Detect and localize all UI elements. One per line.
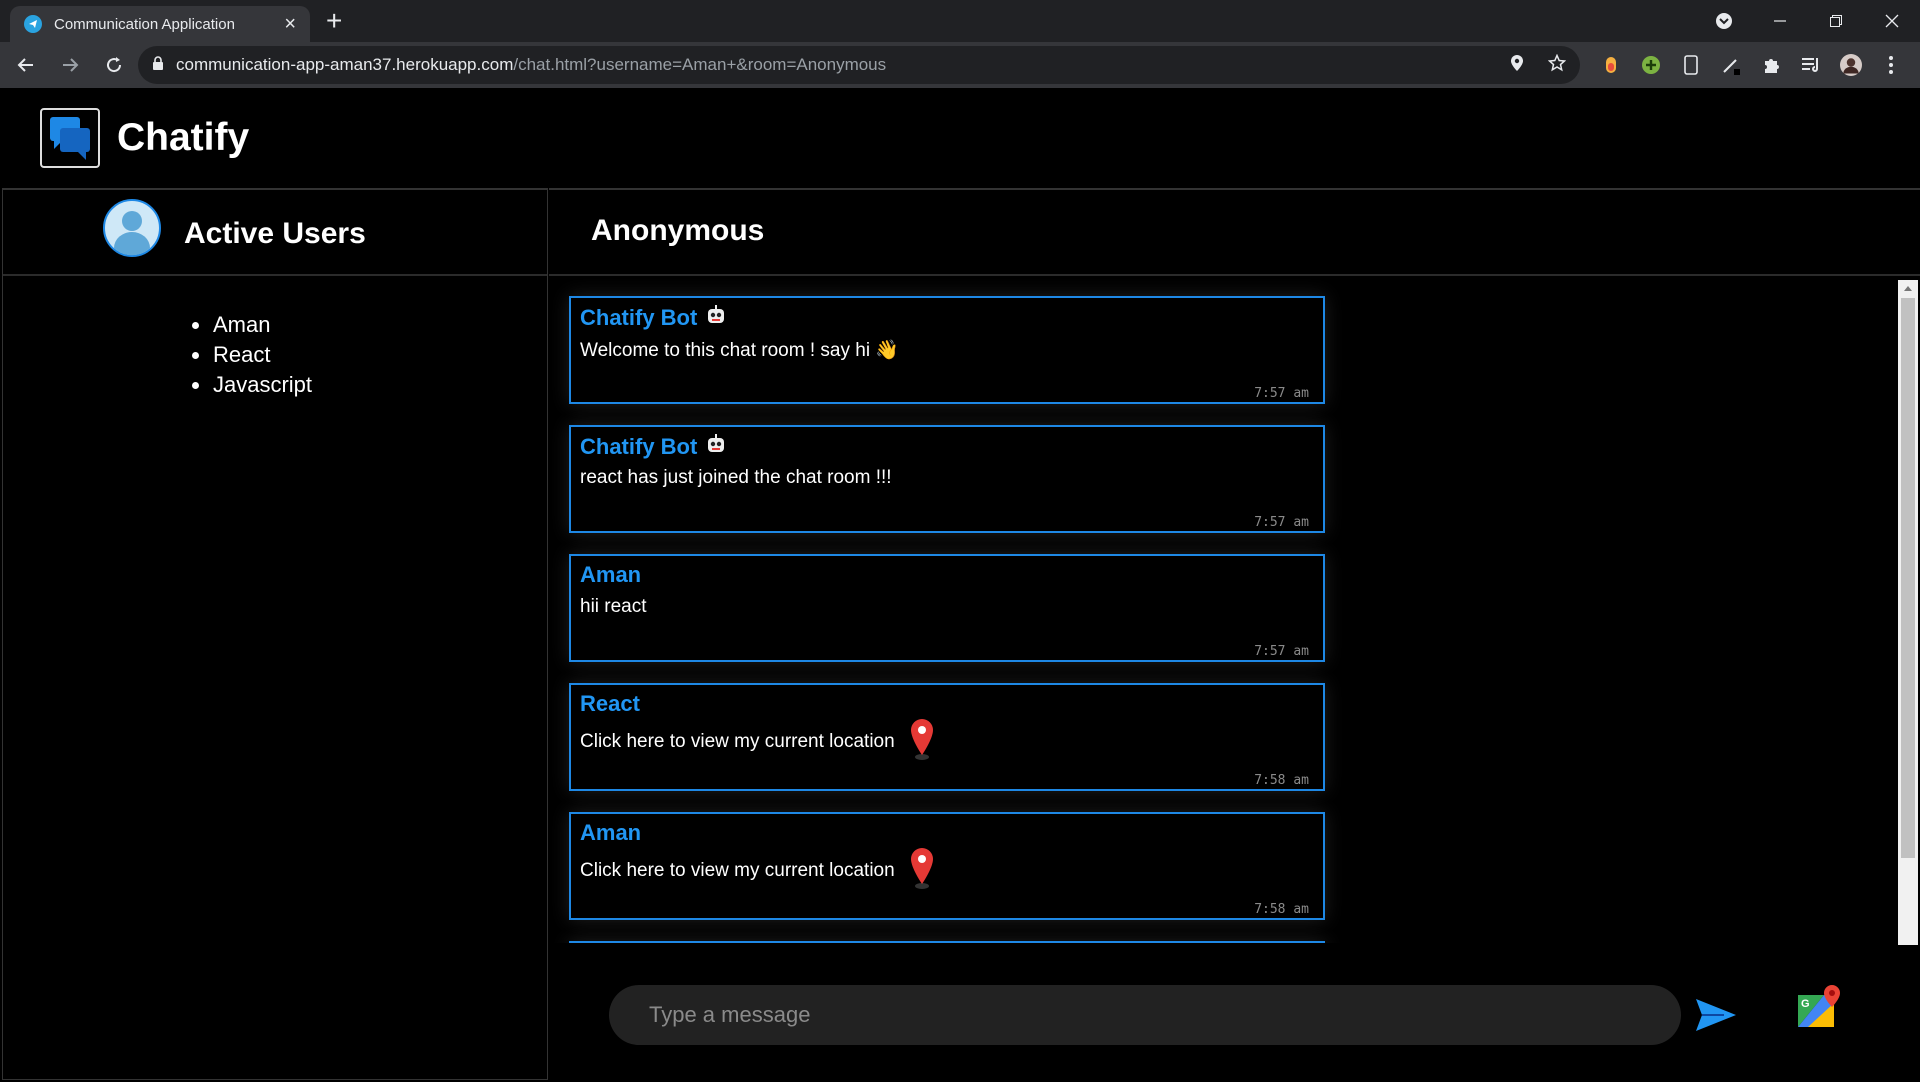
robot-icon	[705, 304, 727, 332]
message-composer: G	[549, 945, 1920, 1082]
map-pin-icon[interactable]	[907, 846, 937, 890]
forward-icon[interactable]	[50, 45, 90, 85]
reload-icon[interactable]	[94, 45, 134, 85]
message-time: 7:57 am	[1254, 644, 1309, 659]
room-title: Anonymous	[591, 214, 765, 247]
user-item: Javascript	[191, 370, 312, 400]
message-card: Chatify Bot react has just joined the ch…	[569, 425, 1325, 533]
reading-list-icon[interactable]	[1800, 54, 1822, 76]
message-list[interactable]: Chatify Bot Welcome to this chat room ! …	[549, 278, 1920, 943]
map-pin-icon[interactable]	[907, 717, 937, 761]
room-header: Anonymous	[549, 190, 1920, 276]
message-text: react has just joined the chat room !!!	[580, 467, 892, 488]
message-sender: Aman	[580, 562, 642, 587]
svg-text:G: G	[1801, 998, 1810, 1010]
app-header: Chatify	[0, 88, 1920, 188]
message-text: hii react	[580, 596, 647, 617]
browser-tabbar: Communication Application × +	[0, 0, 1920, 42]
tab-title: Communication Application	[54, 15, 235, 33]
bookmark-star-icon[interactable]	[1547, 53, 1567, 77]
message-card: Aman Click here to view my current locat…	[569, 812, 1325, 920]
scrollbar-thumb[interactable]	[1901, 298, 1915, 858]
message-time: 7:57 am	[1254, 386, 1309, 401]
close-window-icon[interactable]	[1864, 0, 1920, 42]
extensions-puzzle-icon[interactable]	[1760, 54, 1782, 76]
message-input[interactable]	[609, 985, 1681, 1045]
location-link[interactable]: Click here to view my current location	[580, 731, 895, 753]
message-time: 7:58 am	[1254, 902, 1309, 917]
user-avatar-icon	[102, 198, 162, 258]
message-card: Aman hii react 7:57 am	[569, 554, 1325, 662]
location-icon[interactable]	[1510, 54, 1524, 77]
extension-pen-icon[interactable]	[1720, 54, 1742, 76]
location-link[interactable]: Click here to view my current location	[580, 860, 895, 882]
active-users-panel: Active Users Aman React Javascript	[2, 188, 548, 1080]
chat-bubbles-logo-icon	[40, 108, 100, 168]
extension-green-plus-icon[interactable]	[1640, 54, 1662, 76]
send-icon[interactable]	[1694, 995, 1738, 1035]
message-card-partial	[569, 941, 1325, 943]
restore-icon[interactable]	[1808, 0, 1864, 42]
profile-avatar-icon[interactable]	[1840, 54, 1862, 76]
extension-orange-icon[interactable]	[1600, 54, 1622, 76]
telegram-icon	[24, 15, 42, 33]
message-time: 7:58 am	[1254, 773, 1309, 788]
browser-menu-icon[interactable]	[1880, 54, 1902, 76]
tab-close-icon[interactable]: ×	[284, 14, 296, 34]
new-tab-icon[interactable]: +	[326, 6, 342, 36]
scroll-up-icon[interactable]	[1898, 280, 1918, 296]
message-scrollbar[interactable]	[1898, 280, 1918, 957]
message-sender: Chatify Bot	[580, 304, 727, 332]
back-icon[interactable]	[6, 45, 46, 85]
user-item: Aman	[191, 310, 312, 340]
chat-panel: Anonymous Chatify Bot Welcome to this ch…	[549, 188, 1920, 1082]
message-card: React Click here to view my current loca…	[569, 683, 1325, 791]
minimize-icon[interactable]	[1752, 0, 1808, 42]
message-text: Welcome to this chat room ! say hi 👋	[580, 340, 899, 361]
extension-device-icon[interactable]	[1680, 54, 1702, 76]
chat-app: Chatify Active Users Aman React Javascri…	[0, 88, 1920, 1082]
active-users-list: Aman React Javascript	[191, 310, 312, 400]
message-card: Chatify Bot Welcome to this chat room ! …	[569, 296, 1325, 404]
browser-tab[interactable]: Communication Application ×	[10, 6, 310, 42]
browser-toolbar: communication-app-aman37.herokuapp.com/c…	[0, 42, 1920, 88]
robot-icon	[705, 433, 727, 461]
url-text: communication-app-aman37.herokuapp.com/c…	[176, 55, 887, 74]
sidebar-title: Active Users	[184, 217, 366, 250]
message-sender: Chatify Bot	[580, 433, 727, 461]
user-item: React	[191, 340, 312, 370]
app-brand: Chatify	[117, 116, 250, 159]
lock-icon	[152, 55, 164, 75]
sidebar-header: Active Users	[3, 190, 547, 276]
google-maps-icon[interactable]: G	[1794, 983, 1844, 1033]
address-bar[interactable]: communication-app-aman37.herokuapp.com/c…	[138, 46, 1580, 84]
message-time: 7:57 am	[1254, 515, 1309, 530]
message-sender: React	[580, 691, 640, 716]
message-sender: Aman	[580, 820, 642, 845]
tab-search-icon[interactable]	[1696, 0, 1752, 42]
